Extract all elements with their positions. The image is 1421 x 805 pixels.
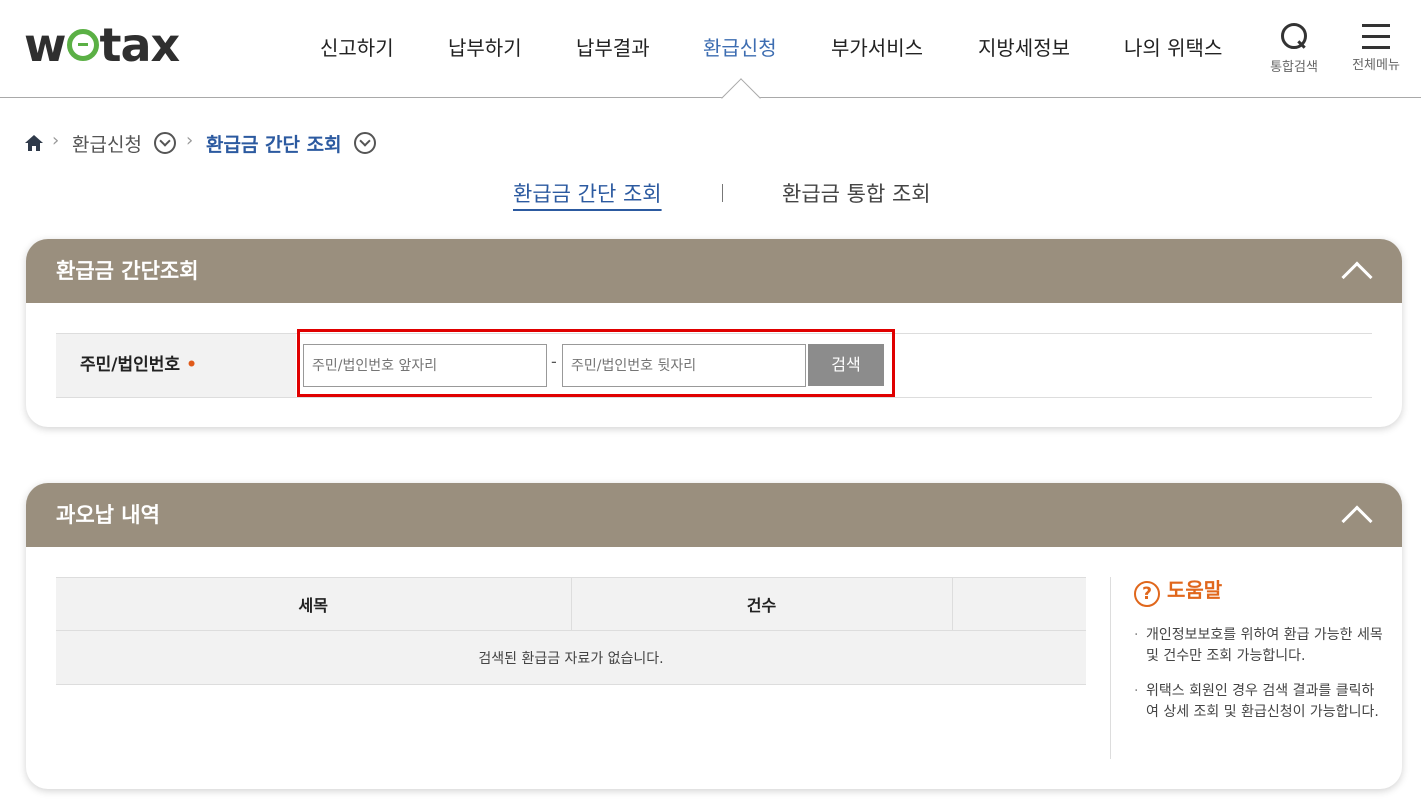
id-separator: - bbox=[551, 352, 557, 371]
nav-item-report[interactable]: 신고하기 bbox=[320, 32, 394, 61]
integrated-search-label: 통합검색 bbox=[1270, 60, 1318, 75]
chevron-down-icon[interactable] bbox=[354, 132, 376, 154]
required-mark: • bbox=[186, 355, 197, 375]
id-number-row: 주민/법인번호• - 검색 bbox=[56, 329, 1372, 398]
id-back-input[interactable] bbox=[562, 344, 806, 387]
chevron-up-icon[interactable] bbox=[1341, 261, 1373, 293]
search-panel-header[interactable]: 환급금 간단조회 bbox=[26, 239, 1402, 303]
help-box: ?도움말 개인정보보호를 위하여 환급 가능한 세목 및 건수만 조회 가능합니… bbox=[1134, 575, 1384, 737]
breadcrumb-separator: › bbox=[52, 130, 60, 151]
search-panel-title: 환급금 간단조회 bbox=[56, 259, 199, 283]
nav-item-extra-services[interactable]: 부가서비스 bbox=[831, 32, 923, 61]
help-list: 개인정보보호를 위하여 환급 가능한 세목 및 건수만 조회 가능합니다. 위택… bbox=[1134, 625, 1384, 723]
column-header-count: 건수 bbox=[570, 577, 952, 631]
id-number-label: 주민/법인번호 • bbox=[56, 334, 296, 397]
search-icon bbox=[1280, 22, 1308, 52]
tab-simple-refund-inquiry[interactable]: 환급금 간단 조회 bbox=[513, 178, 662, 208]
nav-item-payment[interactable]: 납부하기 bbox=[448, 32, 522, 61]
tab-integrated-refund-inquiry[interactable]: 환급금 통합 조회 bbox=[782, 178, 931, 208]
overpayment-table: 세목 건수 검색된 환급금 자료가 없습니다. bbox=[56, 577, 1086, 685]
overpayment-panel: 과오납 내역 세목 건수 검색된 환급금 자료가 없습니다. ?도움말 개인정보… bbox=[26, 483, 1402, 789]
overpayment-panel-title: 과오납 내역 bbox=[56, 503, 160, 527]
nav-item-my-wetax[interactable]: 나의 위택스 bbox=[1124, 32, 1222, 61]
table-row: 검색된 환급금 자료가 없습니다. bbox=[56, 630, 1086, 685]
chevron-up-icon[interactable] bbox=[1341, 505, 1373, 537]
hamburger-menu-icon bbox=[1362, 24, 1390, 50]
help-title: ? 도움말 bbox=[1134, 575, 1384, 607]
nav-item-local-tax-info[interactable]: 지방세정보 bbox=[978, 32, 1070, 61]
breadcrumb-separator: › bbox=[186, 130, 194, 151]
search-button[interactable]: 검색 bbox=[808, 344, 884, 386]
all-menu-button[interactable]: 전체메뉴 bbox=[1346, 22, 1406, 73]
overpayment-panel-header[interactable]: 과오납 내역 bbox=[26, 483, 1402, 547]
column-header-tax-item: 세목 bbox=[56, 577, 571, 631]
id-front-input[interactable] bbox=[303, 344, 547, 387]
wetax-logo[interactable]: w tax bbox=[24, 22, 180, 68]
search-panel: 환급금 간단조회 주민/법인번호• - 검색 bbox=[26, 239, 1402, 427]
site-header: w tax 신고하기 납부하기 납부결과 환급신청 부가서비스 지방세정보 나의 … bbox=[0, 0, 1421, 98]
breadcrumb-current[interactable]: 환급금 간단 조회 bbox=[206, 130, 342, 157]
all-menu-label: 전체메뉴 bbox=[1352, 58, 1400, 73]
breadcrumb-refund[interactable]: 환급신청 bbox=[72, 130, 142, 157]
chevron-down-icon[interactable] bbox=[154, 132, 176, 154]
tab-divider bbox=[722, 184, 723, 202]
home-icon[interactable] bbox=[24, 134, 44, 152]
column-header-extra bbox=[951, 577, 1086, 631]
integrated-search-button[interactable]: 통합검색 bbox=[1264, 22, 1324, 75]
logo-e-mark bbox=[66, 29, 99, 61]
nav-item-payment-result[interactable]: 납부결과 bbox=[576, 32, 650, 61]
help-item: 개인정보보호를 위하여 환급 가능한 세목 및 건수만 조회 가능합니다. bbox=[1134, 625, 1384, 667]
question-icon: ? bbox=[1134, 581, 1160, 607]
help-divider bbox=[1110, 577, 1111, 759]
empty-message: 검색된 환급금 자료가 없습니다. bbox=[56, 630, 1086, 685]
nav-item-refund[interactable]: 환급신청 bbox=[703, 32, 777, 61]
help-item: 위택스 회원인 경우 검색 결과를 클릭하여 상세 조회 및 환급신청이 가능합… bbox=[1134, 681, 1384, 723]
